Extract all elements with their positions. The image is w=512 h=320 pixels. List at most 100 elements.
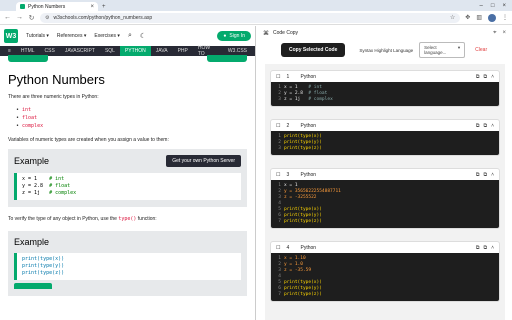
chevron-down-icon: ▾ bbox=[457, 45, 461, 50]
chevron-up-icon[interactable]: ˄ bbox=[491, 172, 494, 178]
code-copy-panel: ⌘ Code Copy ⌖ × Copy Selected Code Synta… bbox=[257, 26, 512, 320]
code-example: print(type(x)) print(type(y)) print(type… bbox=[14, 253, 241, 280]
star-icon[interactable]: ☆ bbox=[450, 14, 455, 21]
nav-html[interactable]: HTML bbox=[16, 48, 40, 54]
article: Python Numbers There are three numeric t… bbox=[0, 72, 255, 296]
panel-header: ⌘ Code Copy ⌖ × bbox=[257, 26, 512, 40]
list-item: complex bbox=[16, 122, 247, 130]
copy-icon[interactable]: ⧉ bbox=[476, 74, 480, 80]
types-list: int float complex bbox=[16, 106, 247, 130]
copy-selected-button[interactable]: Copy Selected Code bbox=[281, 43, 346, 57]
signin-label: Sign In bbox=[229, 33, 245, 39]
nav-css[interactable]: CSS bbox=[40, 48, 60, 54]
w3-favicon-icon bbox=[20, 4, 25, 9]
chevron-up-icon[interactable]: ˄ bbox=[491, 245, 494, 251]
example-title: Example bbox=[14, 237, 50, 247]
snippet-number: 1 bbox=[286, 73, 290, 80]
close-panel-icon[interactable]: × bbox=[502, 30, 506, 37]
snippet-code: 1 print(type(x)) 2 print(type(y)) 3 print(t… bbox=[271, 131, 499, 155]
checkbox[interactable]: ☐ bbox=[276, 74, 280, 80]
type-function-link[interactable]: type() bbox=[118, 216, 136, 222]
snippet-card: ☐ 3 Python ⧉ ⧉ ˄ 1x = 1 2y = 3565622255488… bbox=[270, 168, 500, 229]
window-controls: – □ × bbox=[480, 0, 512, 11]
reload-icon[interactable]: ↻ bbox=[28, 14, 35, 22]
url-text: w3schools.com/python/python_numbers.asp bbox=[53, 14, 153, 21]
copy-icon[interactable]: ⧉ bbox=[476, 172, 480, 178]
example-box: Example Get your own Python Server x = 1… bbox=[8, 149, 247, 207]
copy-icon[interactable]: ⧉ bbox=[476, 123, 480, 129]
open-icon[interactable]: ⧉ bbox=[484, 123, 488, 129]
window-close-icon[interactable]: × bbox=[502, 3, 506, 9]
pin-icon[interactable]: ⌖ bbox=[493, 30, 496, 37]
w3-logo[interactable]: W3 bbox=[4, 29, 18, 43]
signin-button[interactable]: ● Sign In bbox=[217, 31, 251, 41]
chevron-up-icon[interactable]: ˄ bbox=[491, 123, 494, 129]
site-info-icon[interactable]: ⚙ bbox=[45, 15, 49, 21]
nav-php[interactable]: PHP bbox=[173, 48, 193, 54]
list-item: float bbox=[16, 114, 247, 122]
snippet-list: ☐ 1 Python ⧉ ⧉ ˄ 1x = 1 # int 2y = 2.8 # f… bbox=[265, 64, 505, 320]
open-icon[interactable]: ⧉ bbox=[484, 172, 488, 178]
moon-icon[interactable]: ☾ bbox=[140, 32, 146, 40]
open-icon[interactable]: ⧉ bbox=[484, 74, 488, 80]
minimize-icon[interactable]: – bbox=[480, 3, 483, 9]
panel-actions: Copy Selected Code Syntax Highlight Lang… bbox=[257, 40, 512, 60]
maximize-icon[interactable]: □ bbox=[491, 3, 495, 9]
snippet-lang: Python bbox=[300, 171, 317, 178]
menu-icon[interactable]: ⋮ bbox=[502, 14, 508, 21]
search-icon[interactable]: ⌕ bbox=[128, 32, 132, 40]
browser-tab[interactable]: Python Numbers × bbox=[16, 2, 98, 11]
nav-sql[interactable]: SQL bbox=[100, 48, 120, 54]
code-line: z = 1j # complex bbox=[22, 190, 77, 196]
chevron-up-icon[interactable]: ˄ bbox=[491, 74, 494, 80]
menu-exercises[interactable]: Exercises ▾ bbox=[94, 33, 120, 39]
intro-text: There are three numeric types in Python: bbox=[8, 94, 99, 100]
copy-icon[interactable]: ⧉ bbox=[476, 245, 480, 251]
menu-tutorials[interactable]: Tutorials ▾ bbox=[26, 33, 49, 39]
nav-python[interactable]: PYTHON bbox=[119, 46, 151, 56]
code-line: print(type(y)) bbox=[22, 263, 65, 269]
address-bar[interactable]: ⚙ w3schools.com/python/python_numbers.as… bbox=[40, 12, 461, 23]
snippet-code: 1x = 1 2y = 35656222554887711 3z = -3255… bbox=[271, 180, 499, 228]
clear-button[interactable]: Clear bbox=[475, 47, 487, 53]
snippet-lang: Python bbox=[300, 122, 317, 129]
lang-label: Syntax Highlight Language bbox=[359, 47, 414, 53]
menu-references[interactable]: References ▾ bbox=[57, 33, 86, 39]
nav-javascript[interactable]: JAVASCRIPT bbox=[60, 48, 100, 54]
sidepanel-icon[interactable]: ▥ bbox=[476, 14, 482, 21]
previous-button[interactable] bbox=[8, 55, 48, 62]
next-button[interactable] bbox=[207, 55, 247, 62]
checkbox[interactable]: ☐ bbox=[276, 123, 280, 129]
menu-icon[interactable]: ≡ bbox=[3, 48, 16, 54]
nav-java[interactable]: JAVA bbox=[151, 48, 173, 54]
site-header: W3 Tutorials ▾ References ▾ Exercises ▾ … bbox=[0, 26, 255, 46]
try-it-button[interactable] bbox=[14, 283, 52, 289]
open-icon[interactable]: ⧉ bbox=[484, 245, 488, 251]
avatar[interactable] bbox=[488, 13, 496, 22]
new-tab-icon[interactable]: + bbox=[102, 4, 106, 10]
prev-next-bar bbox=[0, 55, 255, 66]
snippet-card: ☐ 2 Python ⧉ ⧉ ˄ 1 print(type(x)) 2 print(ty… bbox=[270, 119, 500, 156]
back-icon[interactable]: ← bbox=[4, 14, 11, 21]
nav-w3css[interactable]: W3.CSS bbox=[223, 48, 252, 54]
snippet-number: 2 bbox=[286, 122, 290, 129]
code-line: print(type(z)) bbox=[22, 270, 65, 276]
snippet-code: 1x = 1 # int 2y = 2.8 # float 3z = 1j # … bbox=[271, 82, 499, 106]
snippet-lang: Python bbox=[300, 244, 317, 251]
forward-icon[interactable]: → bbox=[16, 14, 23, 21]
panel-title: Code Copy bbox=[273, 30, 299, 36]
checkbox[interactable]: ☐ bbox=[276, 245, 280, 251]
language-select[interactable]: Select language... ▾ bbox=[419, 42, 466, 58]
get-server-button[interactable]: Get your own Python Server bbox=[166, 155, 241, 167]
tab-title: Python Numbers bbox=[28, 3, 66, 10]
checkbox[interactable]: ☐ bbox=[276, 172, 280, 178]
verify-text: To verify the type of any object in Pyth… bbox=[8, 216, 157, 222]
code-line: print(type(x)) bbox=[22, 256, 65, 262]
code-example: x = 1 # int y = 2.8 # float z = 1j # com… bbox=[14, 173, 241, 200]
user-icon: ● bbox=[223, 33, 227, 39]
extensions-icon[interactable]: ✥ bbox=[465, 14, 470, 21]
snippet-number: 4 bbox=[286, 244, 290, 251]
example-title: Example bbox=[14, 156, 50, 166]
snippet-number: 3 bbox=[286, 171, 290, 178]
close-icon[interactable]: × bbox=[90, 4, 94, 10]
